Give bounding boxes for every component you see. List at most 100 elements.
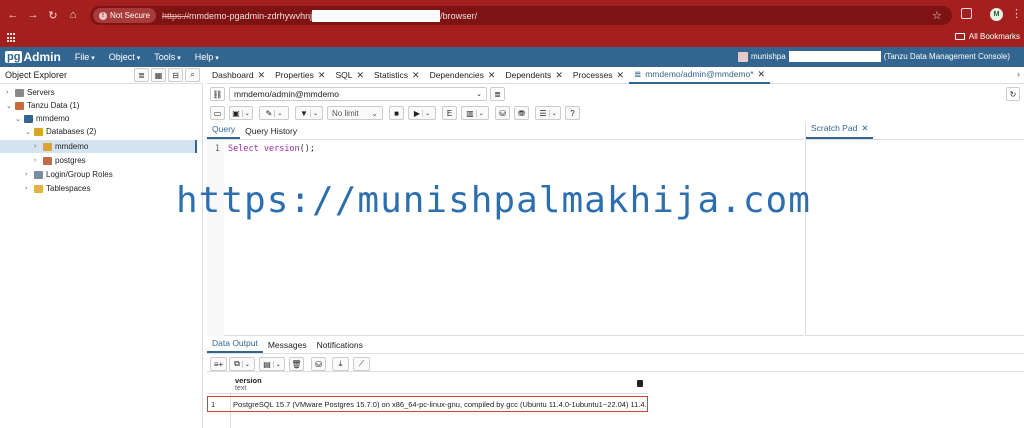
- close-icon[interactable]: ✕: [356, 70, 364, 81]
- tree-node-tanzu-data[interactable]: ⌄ Tanzu Data (1): [6, 99, 79, 112]
- address-bar[interactable]: ! Not Secure https:// mmdemo-pgadmin-zdr…: [90, 6, 952, 25]
- tab-messages[interactable]: Messages: [263, 340, 312, 353]
- connection-status-icon[interactable]: ⛓: [210, 87, 225, 101]
- menu-tools[interactable]: Tools: [154, 52, 180, 62]
- explain-icon[interactable]: E: [442, 106, 457, 120]
- database-icon[interactable]: ≣: [134, 68, 149, 82]
- tab-data-output[interactable]: Data Output: [207, 338, 263, 353]
- extensions-icon[interactable]: [961, 8, 972, 19]
- back-icon[interactable]: ←: [6, 8, 20, 22]
- database-connect-icon[interactable]: ≣: [490, 87, 505, 101]
- expand-toggle[interactable]: ›: [34, 157, 43, 164]
- tab-notifications[interactable]: Notifications: [312, 340, 368, 353]
- table-icon[interactable]: ▦: [151, 68, 166, 82]
- scratch-pad-area[interactable]: [805, 140, 1024, 336]
- folder-icon: [954, 33, 965, 40]
- close-icon[interactable]: ✕: [861, 123, 868, 134]
- add-row-icon[interactable]: ≡+: [210, 357, 227, 371]
- tab-query[interactable]: Query: [207, 124, 241, 139]
- tab-dependents[interactable]: Dependents ✕: [500, 67, 567, 84]
- line-gutter: 1: [207, 140, 224, 336]
- all-bookmarks[interactable]: All Bookmarks: [954, 32, 1020, 41]
- expand-toggle[interactable]: ›: [25, 171, 34, 178]
- macros-button[interactable]: ☰ ⌄: [535, 106, 561, 120]
- rollback-icon[interactable]: ⛃: [514, 106, 529, 120]
- tree-node-login-roles[interactable]: › Login/Group Roles: [25, 168, 113, 181]
- explain-analyze-button[interactable]: ▥ ⌄: [461, 106, 489, 120]
- tree-node-servers[interactable]: › Servers: [6, 86, 55, 99]
- expand-toggle[interactable]: ›: [34, 143, 43, 150]
- tab-query-history[interactable]: Query History: [240, 126, 302, 139]
- tree-node-postgres-db[interactable]: › postgres: [34, 154, 86, 167]
- tab-dashboard[interactable]: Dashboard ✕: [207, 67, 270, 84]
- sql-editor[interactable]: 1 Select version();: [207, 140, 804, 336]
- view-data-icon[interactable]: ⊟: [168, 68, 183, 82]
- tab-properties[interactable]: Properties ✕: [270, 67, 330, 84]
- close-icon[interactable]: ✕: [488, 70, 496, 81]
- version-cell[interactable]: PostgreSQL 15.7 (VMware Postgres 15.7.0)…: [233, 400, 647, 409]
- save-data-icon[interactable]: ⛁: [311, 357, 326, 371]
- tab-processes[interactable]: Processes ✕: [568, 67, 629, 84]
- result-grid: version text 1 PostgreSQL 15.7 (VMware P…: [207, 373, 1024, 428]
- search-icon[interactable]: ⌕: [185, 68, 200, 82]
- tab-scratch-pad[interactable]: Scratch Pad ✕: [806, 123, 874, 139]
- tree-node-tablespaces[interactable]: › Tablespaces: [25, 182, 90, 195]
- connection-select[interactable]: mmdemo/admin@mmdemo ⌄: [229, 87, 487, 101]
- home-icon[interactable]: ⌂: [66, 8, 80, 22]
- copy-button[interactable]: ⧉ ⌄: [229, 357, 255, 371]
- limit-select[interactable]: No limit ⌄: [327, 106, 383, 120]
- tab-dependencies[interactable]: Dependencies ✕: [425, 67, 501, 84]
- security-label: Not Secure: [110, 11, 151, 20]
- table-row[interactable]: 1 PostgreSQL 15.7 (VMware Postgres 15.7.…: [207, 396, 648, 412]
- execute-button[interactable]: ▶ ⌄: [408, 106, 436, 120]
- download-icon[interactable]: ⤓: [332, 357, 349, 371]
- expand-toggle[interactable]: ›: [6, 89, 15, 96]
- close-icon[interactable]: ✕: [617, 70, 625, 81]
- open-file-icon[interactable]: ▭: [210, 106, 225, 120]
- close-icon[interactable]: ✕: [555, 70, 563, 81]
- close-icon[interactable]: ✕: [758, 69, 766, 80]
- tree-node-label: Servers: [27, 88, 55, 97]
- close-icon[interactable]: ✕: [258, 70, 266, 81]
- apps-grid-icon[interactable]: [7, 33, 17, 43]
- expand-toggle[interactable]: ⌄: [6, 102, 15, 110]
- object-explorer-title: Object Explorer: [5, 70, 68, 80]
- tab-sql[interactable]: SQL ✕: [330, 67, 369, 84]
- column-name: version: [235, 376, 262, 385]
- stop-icon[interactable]: ■: [389, 106, 404, 120]
- menu-object[interactable]: Object: [109, 52, 140, 62]
- close-icon[interactable]: ✕: [412, 70, 420, 81]
- menu-help[interactable]: Help: [195, 52, 219, 62]
- tab-statistics[interactable]: Statistics ✕: [369, 67, 425, 84]
- kebab-menu-icon[interactable]: ⋮: [1011, 7, 1022, 20]
- column-header-version[interactable]: version text: [207, 373, 648, 394]
- close-icon[interactable]: ✕: [318, 70, 326, 81]
- paste-button[interactable]: ▤ ⌄: [259, 357, 285, 371]
- refresh-icon[interactable]: ↻: [1006, 87, 1020, 101]
- profile-avatar[interactable]: M: [990, 8, 1003, 21]
- security-chip[interactable]: ! Not Secure: [93, 8, 157, 23]
- save-button[interactable]: ▣ ⌄: [229, 106, 253, 120]
- tree-node-databases[interactable]: ⌄ Databases (2): [25, 125, 96, 138]
- bookmark-star-icon[interactable]: ☆: [932, 9, 942, 22]
- expand-toggle[interactable]: ⌄: [25, 128, 34, 136]
- tree-node-mmdemo-db[interactable]: › mmdemo: [0, 140, 197, 153]
- help-icon[interactable]: ?: [565, 106, 580, 120]
- graph-icon[interactable]: ⟋: [353, 357, 370, 371]
- delete-icon[interactable]: 🗑: [289, 357, 304, 371]
- reload-icon[interactable]: ↻: [46, 8, 60, 22]
- expand-toggle[interactable]: ›: [25, 185, 34, 192]
- tree-node-mmdemo-server[interactable]: ⌄ mmdemo: [15, 112, 69, 125]
- user-menu[interactable]: munishpa (Tanzu Data Management Console): [738, 51, 1010, 62]
- filter-button[interactable]: ▼ ⌄: [295, 106, 323, 120]
- main-tab-bar: Dashboard ✕ Properties ✕ SQL ✕ Statistics ✕ …: [207, 67, 1024, 84]
- menu-file[interactable]: File: [75, 52, 95, 62]
- edit-button[interactable]: ✎ ⌄: [259, 106, 289, 120]
- tree-node-label: mmdemo: [36, 114, 70, 123]
- expand-toggle[interactable]: ⌄: [15, 115, 24, 123]
- tab-query-tool[interactable]: ≣ mmdemo/admin@mmdemo* ✕: [629, 67, 771, 84]
- forward-icon[interactable]: →: [26, 8, 40, 22]
- commit-icon[interactable]: ⛁: [495, 106, 510, 120]
- chevron-right-icon[interactable]: ›: [1017, 69, 1020, 79]
- url-path: /browser/: [440, 10, 478, 21]
